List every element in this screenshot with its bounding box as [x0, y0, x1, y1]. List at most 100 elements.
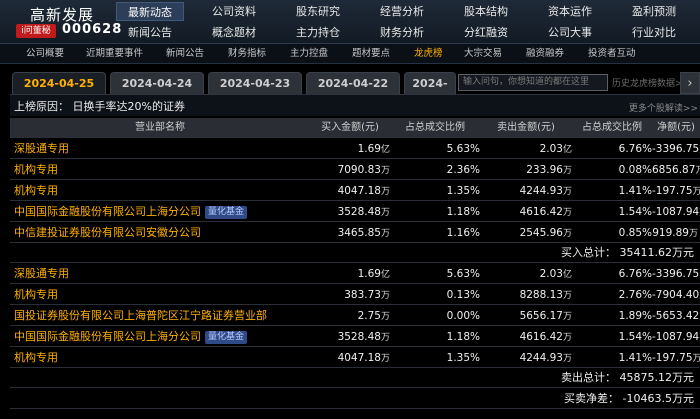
date-tab[interactable]: 2024-04-1… [404, 72, 456, 94]
date-tab[interactable]: 2024-04-23 [208, 72, 302, 94]
buy-amount: 7090.83 [337, 164, 381, 176]
nav-news-announcements[interactable]: 新闻公告 [116, 23, 184, 42]
table-header: 营业部名称 买入金额(元) 占总成交比例 卖出金额(元) 占总成交比例 净额(元… [10, 118, 700, 138]
sell-total-value: 45875.12 [619, 371, 673, 384]
branch-name-cell: 中国国际金融股份有限公司上海分公司 量化基金 [14, 327, 314, 347]
table-row[interactable]: 深股通专用1.69亿5.63%2.03亿6.76%-3396.75万 [10, 264, 700, 284]
table-row[interactable]: 中国国际金融股份有限公司上海分公司 量化基金 3528.48万 1.18% 4616.4… [10, 327, 700, 347]
table-row[interactable]: 机构专用 4047.18万 1.35% 4244.93万 1.41% -197.75万 [10, 181, 700, 201]
buy-total-row: 买入总计： 35411.62万元 [10, 243, 700, 263]
net-amount: -1087.94 [652, 206, 700, 218]
sell-unit: 万 [562, 354, 572, 364]
branch-name[interactable]: 机构专用 [14, 163, 58, 176]
sell-amount: 233.96 [526, 164, 563, 176]
col-header-branch: 营业部名称 [135, 122, 185, 133]
history-dragon-tiger-link[interactable]: 历史龙虎榜数据>> [612, 76, 690, 89]
subnav-main-control[interactable]: 主力控盘 [290, 44, 328, 64]
branch-name[interactable]: 机构专用 [14, 351, 58, 364]
table-row[interactable]: 国投证券股份有限公司上海普陀区江宁路证券营业部 2.75万 0.00% 5656.17… [10, 306, 700, 326]
sell-ratio: 6.76% [618, 268, 652, 280]
buy-amount: 3465.85 [337, 227, 381, 239]
buy-ratio: 1.18% [446, 331, 480, 343]
nav-main-holdings[interactable]: 主力持仓 [284, 23, 352, 42]
branch-name[interactable]: 深股通专用 [14, 142, 69, 155]
net-amount-cell: 919.89万 [652, 223, 698, 243]
chevron-right-icon[interactable]: › [680, 72, 700, 94]
ask-secretary-badge[interactable]: i问董秘 [16, 24, 56, 38]
net-amount-cell: -197.75万 [652, 181, 700, 201]
subnav-news-announcements[interactable]: 新闻公告 [166, 44, 204, 64]
net-amount: -197.75 [652, 185, 693, 197]
buy-unit: 万 [380, 187, 390, 197]
subnav-theme-points[interactable]: 题材要点 [352, 44, 390, 64]
sell-amount-cell: 4616.42万 [480, 202, 572, 222]
nav-shareholder-research[interactable]: 股东研究 [284, 2, 352, 21]
subnav-company-overview[interactable]: 公司概要 [26, 44, 64, 64]
table-row[interactable]: 机构专用383.73万0.13%8288.13万2.76%-7904.40万 [10, 285, 700, 305]
net-unit: 万 [695, 166, 700, 176]
subnav-investor-interaction[interactable]: 投资者互动 [588, 44, 636, 64]
nav-company-info[interactable]: 公司资料 [200, 2, 268, 21]
table-row[interactable]: 中信建投证券股份有限公司安徽分公司 3465.85万 1.16% 2545.96万 0.… [10, 223, 700, 243]
table-row[interactable]: 深股通专用1.69亿5.63%2.03亿6.76%-3396.75万 [10, 139, 700, 159]
sell-amount: 4616.42 [519, 331, 563, 343]
buy-unit: 万 [380, 166, 390, 176]
nav-profit-forecast[interactable]: 盈利预测 [620, 2, 688, 21]
branch-name[interactable]: 机构专用 [14, 184, 58, 197]
net-total: 买卖净差： -10463.5万元 [564, 389, 694, 409]
buy-unit: 万 [380, 291, 390, 301]
sell-amount-cell: 8288.13万 [480, 285, 572, 305]
date-tab[interactable]: 2024-04-25 [12, 72, 106, 94]
subnav-margin-trading[interactable]: 融资融券 [526, 44, 564, 64]
sell-unit: 万 [562, 291, 572, 301]
quant-fund-tag: 量化基金 [205, 206, 248, 219]
net-amount-cell: -3396.75万 [652, 139, 700, 159]
sell-amount-cell: 4244.93万 [480, 348, 572, 368]
buy-ratio: 2.36% [446, 164, 480, 176]
nav-financial-analysis[interactable]: 财务分析 [368, 23, 436, 42]
table-row[interactable]: 机构专用 7090.83万 2.36% 233.96万 0.08% 6856.87万 [10, 160, 700, 180]
buy-ratio: 5.63% [446, 143, 480, 155]
date-tab[interactable]: 2024-04-24 [110, 72, 204, 94]
nav-dividend-financing[interactable]: 分红融资 [452, 23, 520, 42]
branch-name[interactable]: 中国国际金融股份有限公司上海分公司 [14, 205, 201, 218]
net-amount-cell: -3396.75万 [652, 264, 700, 284]
nav-latest-news[interactable]: 最新动态 [116, 2, 184, 21]
buy-unit: 亿 [380, 145, 390, 155]
nav-equity-structure[interactable]: 股本结构 [452, 2, 520, 21]
search-input[interactable]: 输入问句，你想知道的都在这里 [458, 74, 608, 91]
nav-industry-compare[interactable]: 行业对比 [620, 23, 688, 42]
more-stock-interpretation-link[interactable]: 更多个股解读>> [629, 101, 698, 114]
branch-name-cell: 机构专用 [14, 285, 314, 305]
branch-name-cell: 机构专用 [14, 348, 314, 368]
col-header-buy-ratio: 占总成交比例 [405, 122, 465, 133]
buy-amount-cell: 3465.85万 [310, 223, 390, 243]
nav-concept-themes[interactable]: 概念题材 [200, 23, 268, 42]
nav-capital-operation[interactable]: 资本运作 [536, 2, 604, 21]
nav-company-events[interactable]: 公司大事 [536, 23, 604, 42]
net-unit: 万 [692, 354, 700, 364]
date-tab[interactable]: 2024-04-22 [306, 72, 400, 94]
col-header-buy-amount: 买入金额(元) [321, 122, 379, 133]
table-row[interactable]: 中国国际金融股份有限公司上海分公司 量化基金 3528.48万 1.18% 4616.4… [10, 202, 700, 222]
nav-operation-analysis[interactable]: 经营分析 [368, 2, 436, 21]
branch-name[interactable]: 深股通专用 [14, 267, 69, 280]
branch-name[interactable]: 机构专用 [14, 288, 58, 301]
branch-name[interactable]: 国投证券股份有限公司上海普陀区江宁路证券营业部 [14, 309, 267, 322]
sell-amount: 2.03 [539, 143, 563, 155]
sell-unit: 万 [562, 166, 572, 176]
buy-amount-cell: 7090.83万 [310, 160, 390, 180]
buy-amount-cell: 1.69亿 [310, 264, 390, 284]
col-header-sell-amount: 卖出金额(元) [497, 122, 555, 133]
branch-name-cell: 中信建投证券股份有限公司安徽分公司 [14, 223, 314, 243]
sell-unit: 万 [562, 333, 572, 343]
branch-name[interactable]: 中国国际金融股份有限公司上海分公司 [14, 330, 201, 343]
net-amount-cell: -1087.94万 [652, 327, 700, 347]
branch-name[interactable]: 中信建投证券股份有限公司安徽分公司 [14, 226, 201, 239]
subnav-dragon-tiger-list[interactable]: 龙虎榜 [414, 44, 443, 64]
table-row[interactable]: 机构专用 4047.18万 1.35% 4244.93万 1.41% -197.75万 [10, 348, 700, 368]
sell-amount: 4244.93 [519, 185, 563, 197]
subnav-recent-events[interactable]: 近期重要事件 [86, 44, 143, 64]
subnav-block-trade[interactable]: 大宗交易 [464, 44, 502, 64]
subnav-financial-indicators[interactable]: 财务指标 [228, 44, 266, 64]
